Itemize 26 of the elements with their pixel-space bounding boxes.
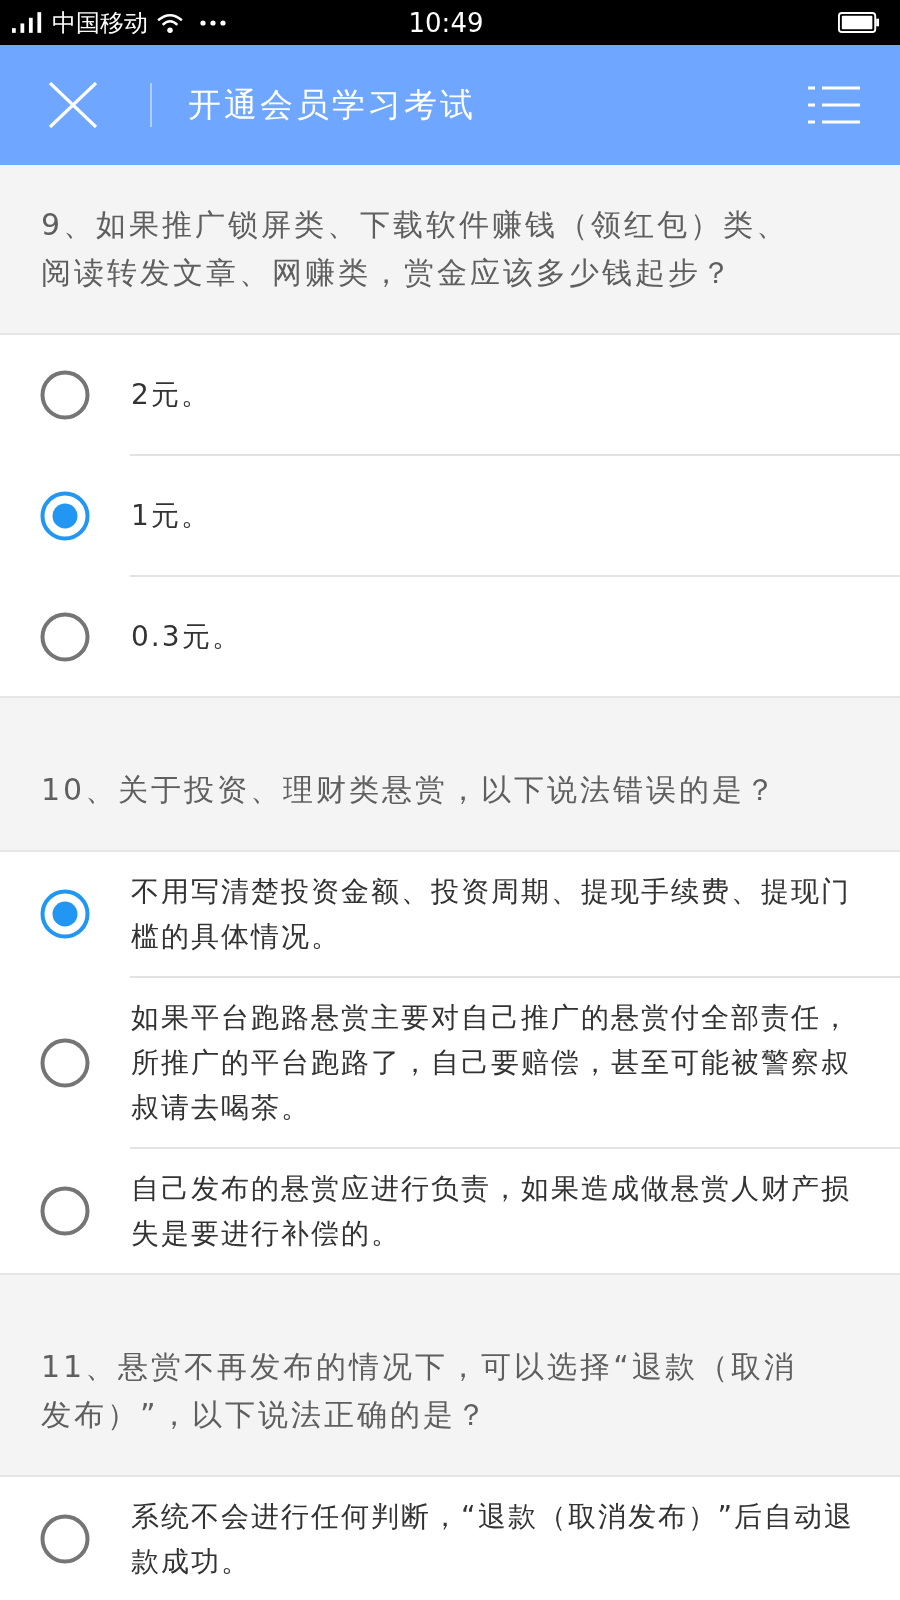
question-text: 9、如果推广锁屏类、下载软件赚钱（领红包）类、阅读转发文章、网赚类，赏金应该多少钱起步？ — [40, 206, 791, 292]
radio-button[interactable] — [40, 611, 90, 662]
close-icon[interactable] — [48, 82, 98, 128]
option-text: 系统不会进行任何判断，“退款（取消发布）”后自动退款成功。 — [131, 1499, 855, 1580]
radio-button[interactable] — [40, 889, 90, 939]
radio-button[interactable] — [40, 1037, 90, 1088]
carrier-name: 中国移动 — [52, 7, 148, 38]
page-title: 开通会员学习考试 — [188, 84, 477, 126]
radio-button[interactable] — [40, 369, 90, 420]
option-text: 2元。 — [131, 377, 212, 413]
option-text: 不用写清楚投资金额、投资周期、提现手续费、提现门槛的具体情况。 — [131, 874, 852, 955]
signal-icon — [12, 12, 44, 33]
more-dots-icon — [200, 19, 226, 26]
option-text: 1元。 — [131, 498, 212, 534]
question-text: 11、悬赏不再发布的情况下，可以选择“退款（取消发布）”，以下说法正确的是？ — [40, 1348, 798, 1434]
radio-button[interactable] — [40, 490, 90, 541]
option-text: 0.3元。 — [131, 619, 243, 655]
option-text: 自己发布的悬赏应进行负责，如果造成做悬赏人财产损失是要进行补偿的。 — [131, 1171, 852, 1252]
option-text: 如果平台跑路悬赏主要对自己推广的悬赏付全部责任，所推广的平台跑路了，自己要赔偿，甚至可能被警察叔叔请去喝茶。 — [131, 1000, 852, 1126]
radio-button[interactable] — [40, 1514, 90, 1564]
battery-icon — [838, 12, 880, 33]
radio-button[interactable] — [40, 1186, 90, 1236]
wifi-icon — [156, 11, 184, 34]
question-text: 10、关于投资、理财类悬赏，以下说法错误的是？ — [40, 771, 780, 809]
status-time: 10:49 — [408, 7, 484, 38]
menu-icon[interactable] — [808, 86, 860, 124]
